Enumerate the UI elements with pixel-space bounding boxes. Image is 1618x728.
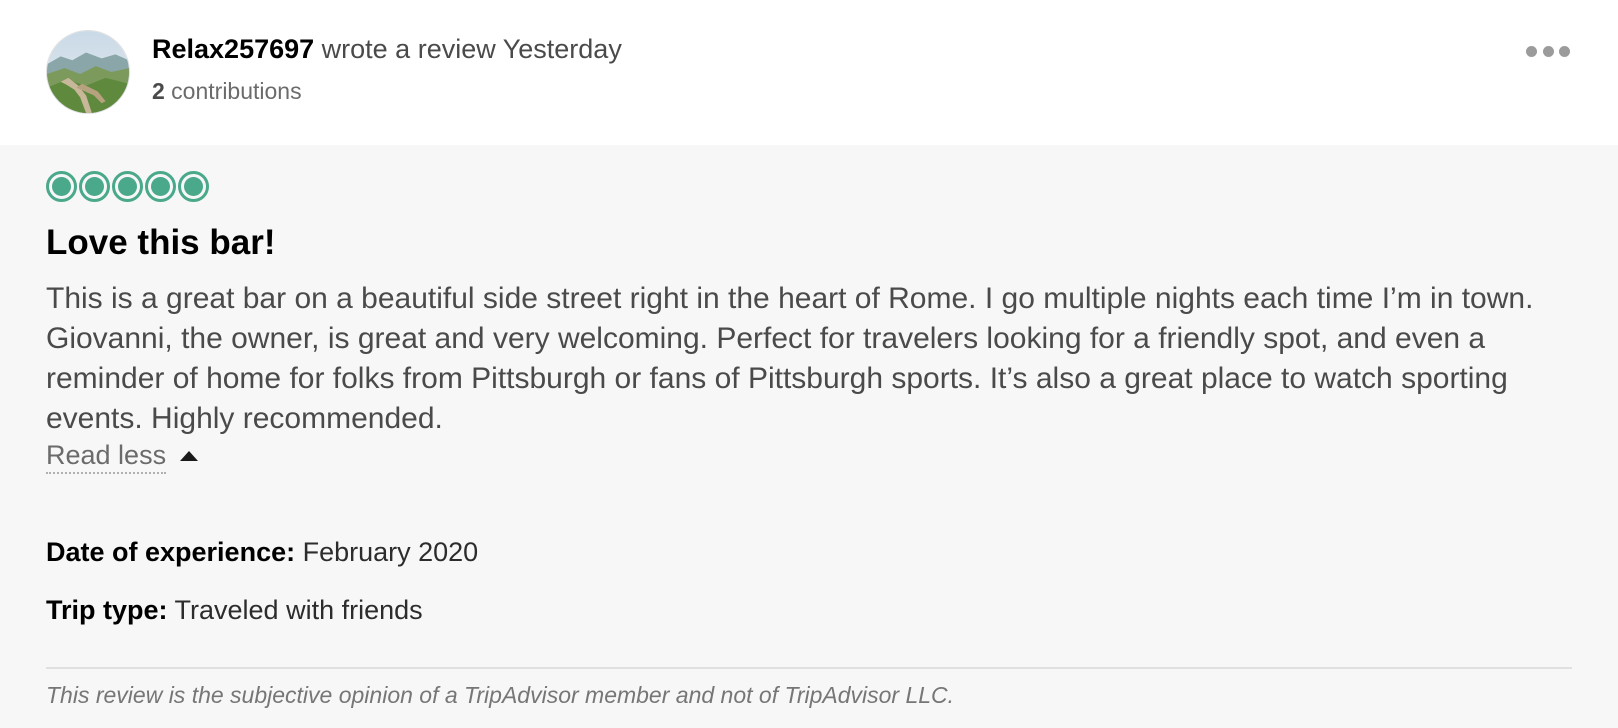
trip-type-label: Trip type: [46, 595, 168, 625]
date-of-experience: Date of experience: February 2020 [46, 535, 478, 569]
review-time: Yesterday [502, 34, 622, 64]
rating-bubble-icon [79, 171, 110, 202]
trip-type-value: Traveled with friends [167, 595, 423, 625]
rating-bubble-icon [112, 171, 143, 202]
author-line: Relax257697 wrote a review Yesterday [152, 32, 622, 66]
rating-bubble-icon [178, 171, 209, 202]
contributions-label: contributions [164, 78, 302, 104]
date-of-experience-label: Date of experience: [46, 537, 296, 567]
contributions: 2 contributions [152, 76, 302, 106]
contributions-count: 2 [152, 78, 165, 104]
caret-up-icon [180, 451, 199, 461]
divider [46, 667, 1572, 669]
date-of-experience-value: February 2020 [295, 537, 479, 567]
bubble-rating [46, 171, 209, 202]
avatar-photo [47, 31, 129, 113]
review-header: Relax257697 wrote a review Yesterday 2 c… [0, 0, 1618, 145]
rating-bubble-icon [145, 171, 176, 202]
rating-bubble-icon [46, 171, 77, 202]
review-action-text: wrote a review [314, 34, 503, 64]
more-dot [1526, 45, 1537, 57]
more-dot [1559, 45, 1570, 57]
more-options-icon[interactable] [1526, 40, 1570, 62]
review-text: This is a great bar on a beautiful side … [46, 282, 1534, 435]
review-disclaimer: This review is the subjective opinion of… [46, 682, 955, 708]
read-less-button[interactable]: Read less [46, 438, 199, 474]
more-dot [1542, 45, 1554, 57]
review-body: Love this bar! This is a great bar on a … [0, 145, 1618, 728]
trip-type: Trip type: Traveled with friends [46, 593, 423, 627]
read-less-label[interactable]: Read less [46, 438, 167, 474]
author-name[interactable]: Relax257697 [152, 34, 314, 64]
avatar[interactable] [46, 30, 130, 114]
review-title[interactable]: Love this bar! [46, 221, 275, 265]
